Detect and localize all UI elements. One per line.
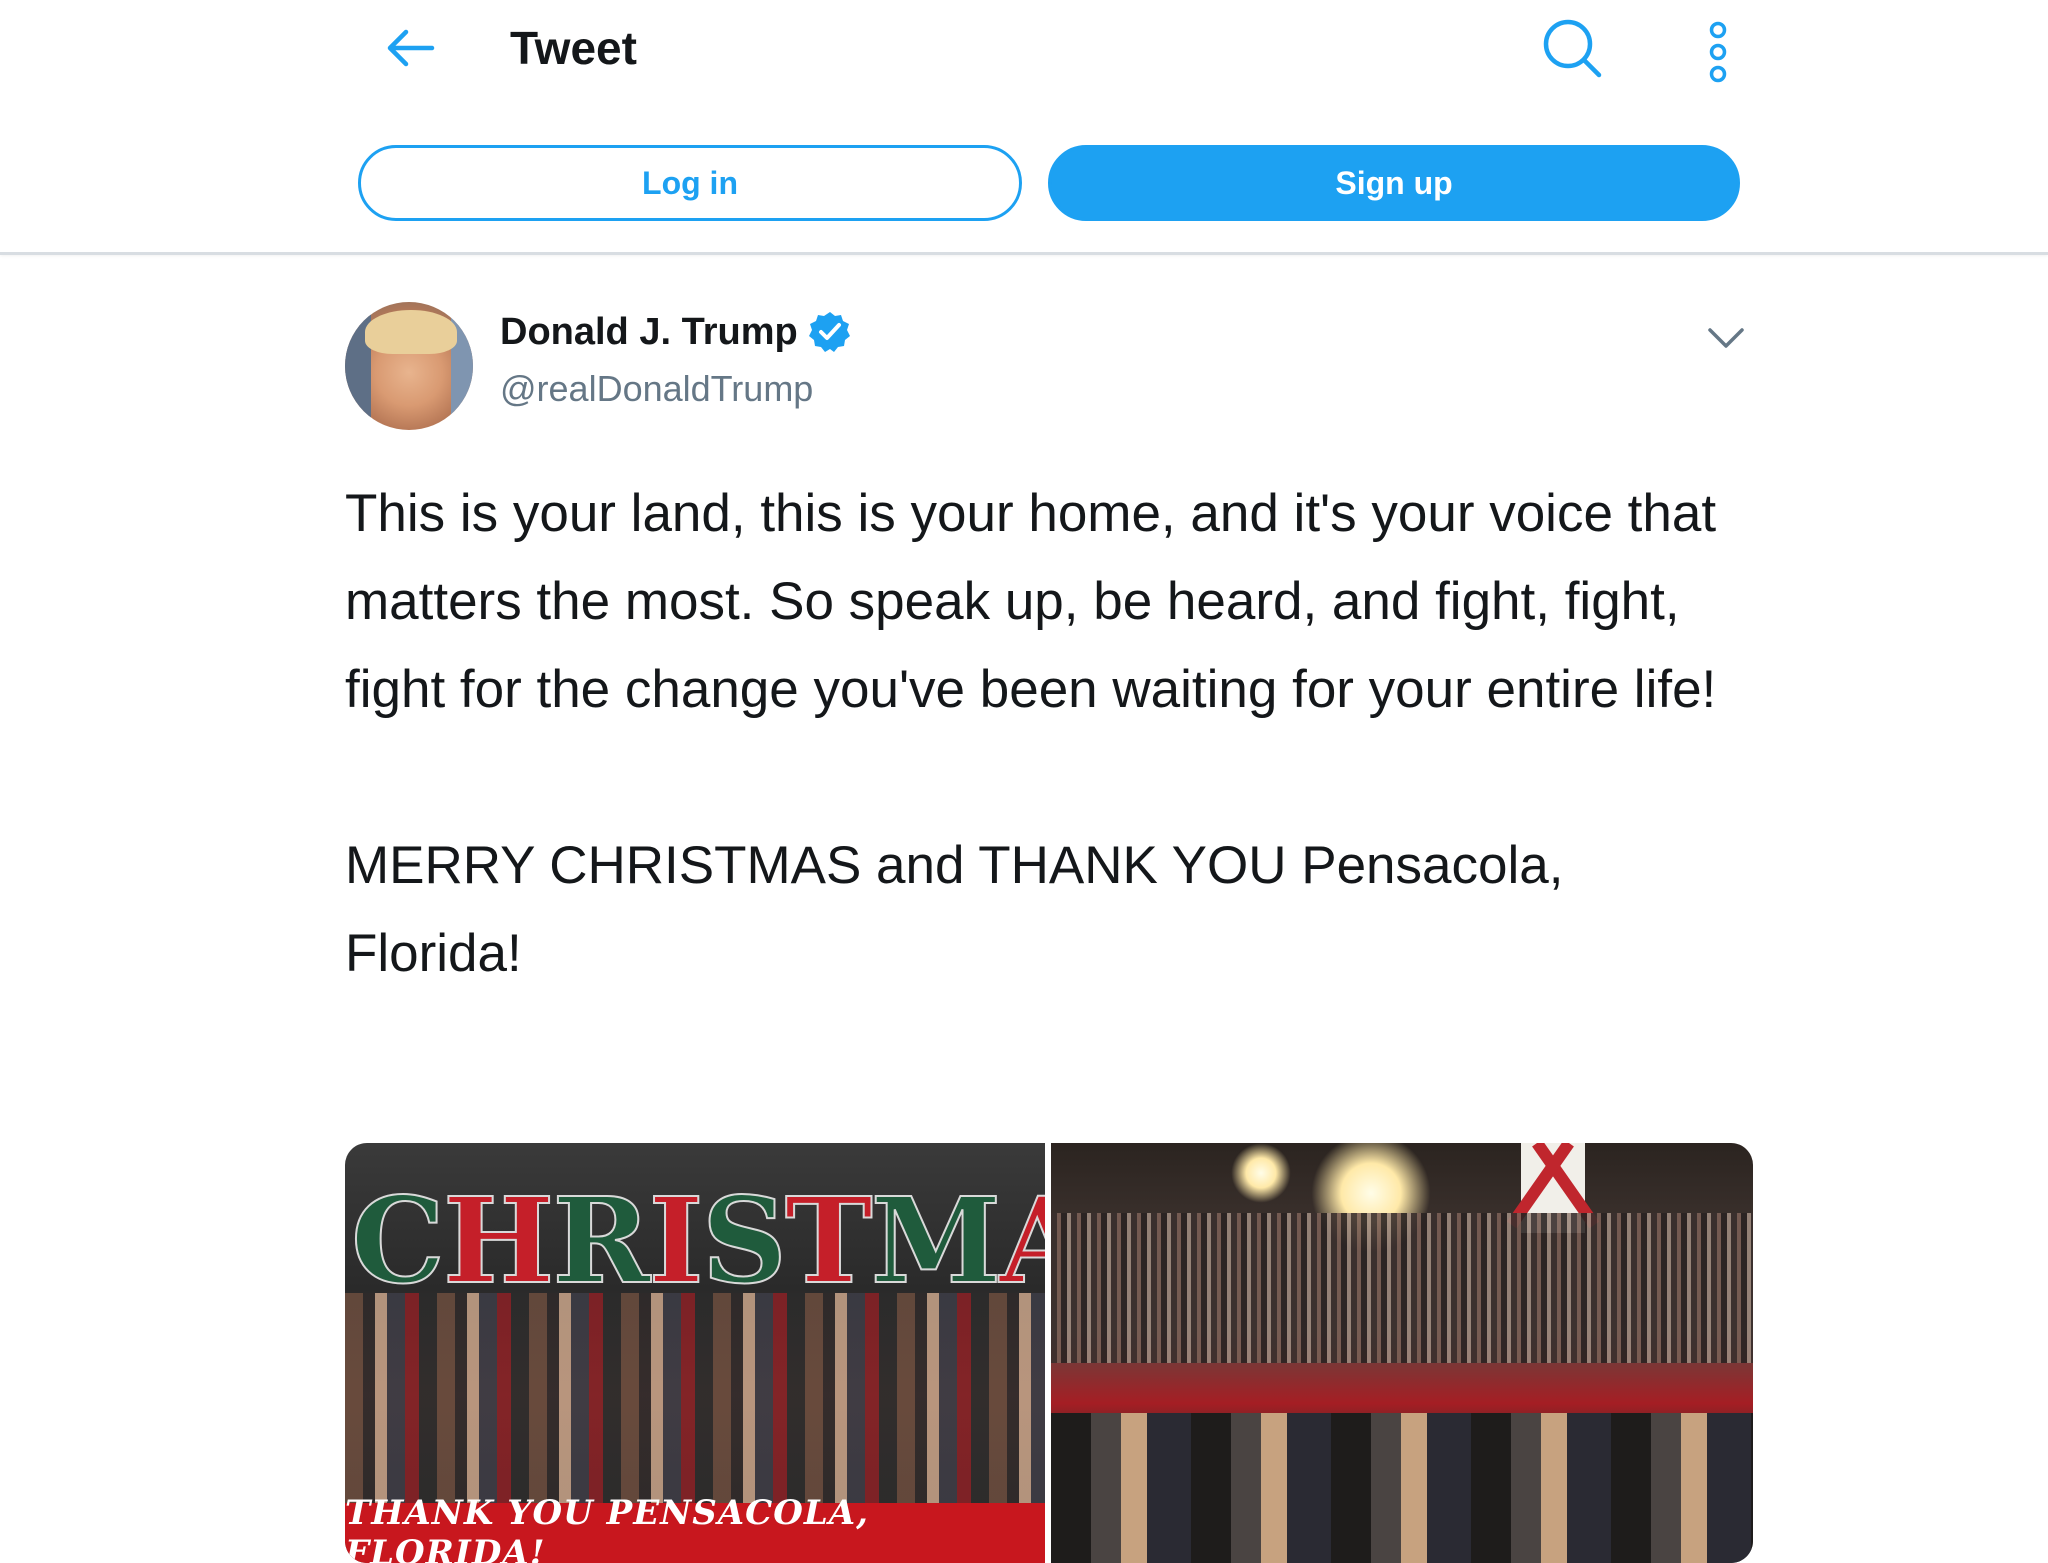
search-icon [1543,19,1602,78]
more-options-button[interactable] [1696,12,1740,92]
tweet-photo-rally-christmas[interactable]: CHRISTMAS THANK YOU PENSACOLA, FLORIDA! [345,1143,1045,1563]
more-vertical-icon [1709,21,1727,83]
tweet-media-grid: CHRISTMAS THANK YOU PENSACOLA, FLORIDA! [345,1143,1753,1563]
arrow-left-icon [387,29,435,67]
tweet-photo-rally-arena[interactable] [1051,1143,1753,1563]
top-navigation-bar: Tweet Log in Sign up [0,0,2048,255]
tweet-text: This is your land, this is your home, an… [345,484,1717,983]
back-button[interactable] [380,18,440,78]
avatar-hair [365,310,457,354]
login-button[interactable]: Log in [358,145,1022,221]
avatar[interactable] [345,302,473,430]
arena-stands [1051,1213,1753,1363]
chevron-down-icon[interactable] [1704,316,1748,360]
signup-button[interactable]: Sign up [1048,145,1740,221]
photo-banner: THANK YOU PENSACOLA, FLORIDA! [345,1493,1045,1563]
avatar-background [451,302,473,430]
page-title: Tweet [510,22,637,74]
arena-light [1231,1143,1291,1203]
author-name[interactable]: Donald J. Trump [500,311,798,354]
author-name-row: Donald J. Trump [500,310,852,354]
search-button[interactable] [1540,16,1604,80]
avatar-background [345,302,371,430]
arena-floor-crowd [1051,1413,1753,1563]
christmas-letters: CHRISTMAS [350,1170,1045,1311]
verified-badge-icon [808,312,850,352]
author-handle[interactable]: @realDonaldTrump [500,368,813,410]
